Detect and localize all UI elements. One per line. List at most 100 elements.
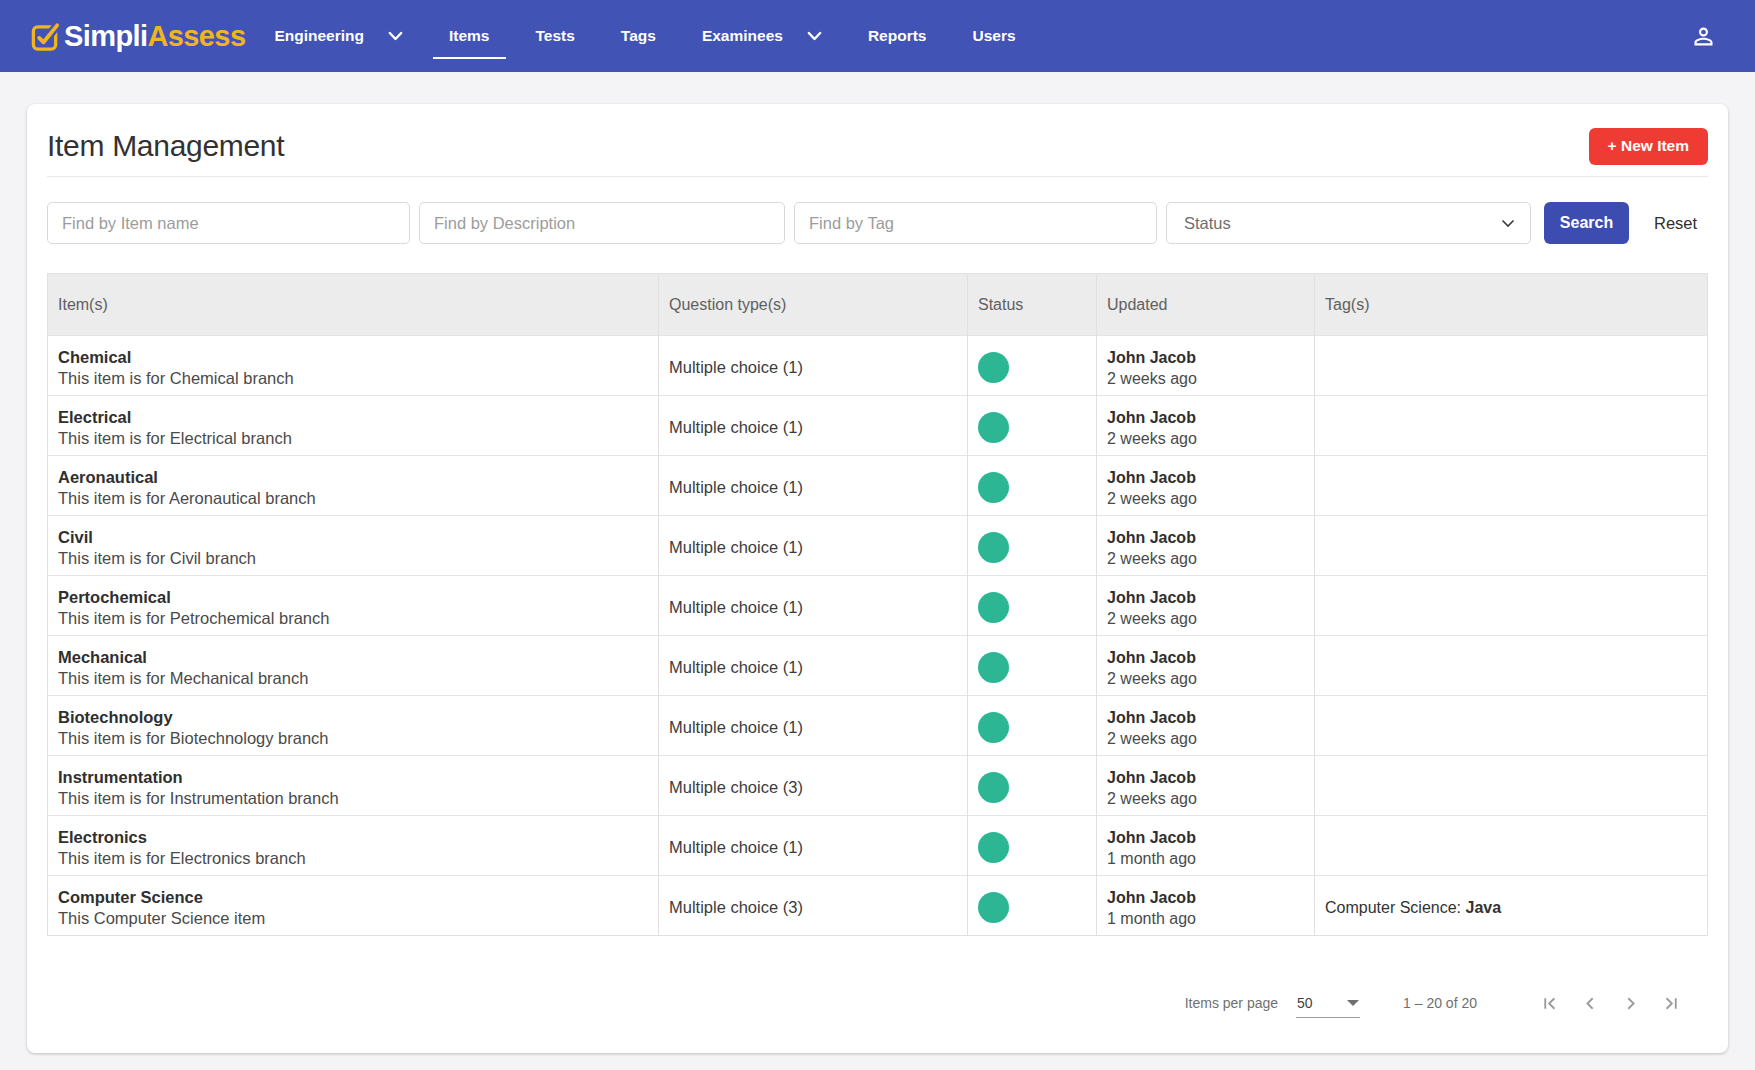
item-description: This Computer Science item <box>58 908 648 929</box>
page-title: Item Management <box>47 129 284 163</box>
tag-cell <box>1315 696 1708 756</box>
status-active-dot <box>978 772 1009 803</box>
updated-when: 2 weeks ago <box>1107 608 1304 629</box>
updated-by: John Jacob <box>1107 527 1304 548</box>
table-row[interactable]: Aeronautical This item is for Aeronautic… <box>48 456 1708 516</box>
status-active-dot <box>978 592 1009 623</box>
status-cell <box>968 516 1097 576</box>
table-row[interactable]: Electrical This item is for Electrical b… <box>48 396 1708 456</box>
next-page-button[interactable] <box>1610 993 1650 1014</box>
card-header: Item Management + New Item <box>47 104 1708 177</box>
item-cell: Chemical This item is for Chemical branc… <box>48 336 659 396</box>
account-button[interactable] <box>1690 23 1717 50</box>
tag-cell <box>1315 756 1708 816</box>
first-page-button[interactable] <box>1530 993 1570 1014</box>
nav-item-tags[interactable]: Tags <box>605 0 672 72</box>
status-cell <box>968 696 1097 756</box>
updated-by: John Jacob <box>1107 707 1304 728</box>
nav-item-examinees[interactable]: Examinees <box>686 0 838 72</box>
chevron-down-icon <box>807 31 822 41</box>
status-select[interactable]: Status <box>1166 202 1531 244</box>
item-name: Aeronautical <box>58 467 648 488</box>
question-type-cell: Multiple choice (1) <box>659 516 968 576</box>
main-nav: Engineering Items Tests Tags Examinees R… <box>251 0 1038 72</box>
updated-when: 1 month ago <box>1107 848 1304 869</box>
nav-item-tests[interactable]: Tests <box>520 0 591 72</box>
table-row[interactable]: Computer Science This Computer Science i… <box>48 876 1708 936</box>
item-name: Electrical <box>58 407 648 428</box>
table-row[interactable]: Civil This item is for Civil branch Mult… <box>48 516 1708 576</box>
updated-cell: John Jacob 2 weeks ago <box>1097 756 1315 816</box>
status-active-dot <box>978 532 1009 563</box>
updated-when: 1 month ago <box>1107 908 1304 929</box>
item-table-body: Chemical This item is for Chemical branc… <box>48 336 1708 936</box>
item-description: This item is for Civil branch <box>58 548 648 569</box>
nav-item-reports[interactable]: Reports <box>852 0 943 72</box>
nav-item-items[interactable]: Items <box>433 0 506 72</box>
table-row[interactable]: Biotechnology This item is for Biotechno… <box>48 696 1708 756</box>
updated-when: 2 weeks ago <box>1107 788 1304 809</box>
status-active-dot <box>978 832 1009 863</box>
item-name: Mechanical <box>58 647 648 668</box>
tag-cell <box>1315 816 1708 876</box>
item-name-input[interactable] <box>47 202 410 244</box>
page-range-label: 1 – 20 of 20 <box>1403 995 1477 1011</box>
updated-by: John Jacob <box>1107 827 1304 848</box>
item-cell: Biotechnology This item is for Biotechno… <box>48 696 659 756</box>
reset-button[interactable]: Reset <box>1654 214 1697 233</box>
status-cell <box>968 396 1097 456</box>
question-type-cell: Multiple choice (3) <box>659 756 968 816</box>
item-description: This item is for Petrochemical branch <box>58 608 648 629</box>
status-cell <box>968 636 1097 696</box>
updated-cell: John Jacob 2 weeks ago <box>1097 396 1315 456</box>
item-description: This item is for Mechanical branch <box>58 668 648 689</box>
table-row[interactable]: Instrumentation This item is for Instrum… <box>48 756 1708 816</box>
updated-by: John Jacob <box>1107 347 1304 368</box>
status-active-dot <box>978 652 1009 683</box>
new-item-button[interactable]: + New Item <box>1589 128 1708 165</box>
table-row[interactable]: Mechanical This item is for Mechanical b… <box>48 636 1708 696</box>
updated-cell: John Jacob 1 month ago <box>1097 876 1315 936</box>
item-description: This item is for Electronics branch <box>58 848 648 869</box>
item-cell: Civil This item is for Civil branch <box>48 516 659 576</box>
column-header-tags: Tag(s) <box>1315 274 1708 336</box>
paginator-buttons <box>1530 993 1690 1014</box>
checkbox-logo-icon <box>30 21 61 52</box>
status-cell <box>968 336 1097 396</box>
status-cell <box>968 456 1097 516</box>
previous-page-button[interactable] <box>1570 993 1610 1014</box>
filter-bar: Status Search Reset <box>47 202 1708 244</box>
table-row[interactable]: Chemical This item is for Chemical branc… <box>48 336 1708 396</box>
chevron-down-icon <box>1501 219 1515 228</box>
updated-by: John Jacob <box>1107 647 1304 668</box>
tag-cell <box>1315 456 1708 516</box>
table-row[interactable]: Electronics This item is for Electronics… <box>48 816 1708 876</box>
item-cell: Instrumentation This item is for Instrum… <box>48 756 659 816</box>
person-icon <box>1690 23 1717 50</box>
item-description: This item is for Biotechnology branch <box>58 728 648 749</box>
updated-by: John Jacob <box>1107 767 1304 788</box>
tag-cell <box>1315 336 1708 396</box>
first-page-icon <box>1540 993 1561 1014</box>
last-page-button[interactable] <box>1650 993 1690 1014</box>
status-active-dot <box>978 892 1009 923</box>
question-type-cell: Multiple choice (1) <box>659 336 968 396</box>
brand-logo[interactable]: SimpliAssess <box>30 20 245 53</box>
nav-item-engineering[interactable]: Engineering <box>258 0 419 72</box>
tag-input[interactable] <box>794 202 1157 244</box>
question-type-cell: Multiple choice (1) <box>659 456 968 516</box>
tag-cell <box>1315 636 1708 696</box>
question-type-cell: Multiple choice (1) <box>659 396 968 456</box>
description-input[interactable] <box>419 202 785 244</box>
status-select-value: Status <box>1184 214 1231 233</box>
item-cell: Mechanical This item is for Mechanical b… <box>48 636 659 696</box>
updated-when: 2 weeks ago <box>1107 548 1304 569</box>
item-name: Civil <box>58 527 648 548</box>
updated-cell: John Jacob 2 weeks ago <box>1097 456 1315 516</box>
table-row[interactable]: Pertochemical This item is for Petrochem… <box>48 576 1708 636</box>
nav-item-users[interactable]: Users <box>956 0 1031 72</box>
updated-by: John Jacob <box>1107 407 1304 428</box>
search-button[interactable]: Search <box>1544 202 1629 244</box>
page-size-select[interactable]: 50 <box>1296 995 1360 1018</box>
page-size-value: 50 <box>1297 995 1313 1011</box>
